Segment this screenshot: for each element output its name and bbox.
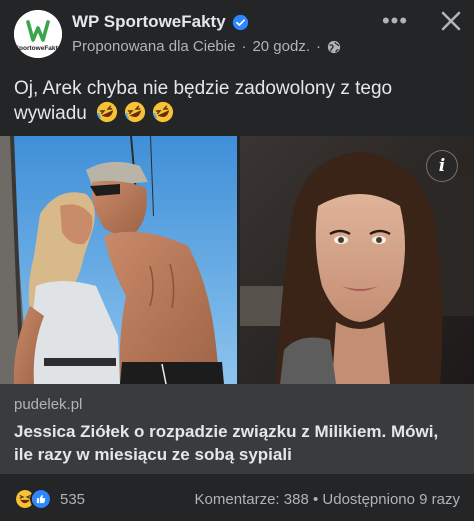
link-title[interactable]: Jessica Ziółek o rozpadzie związku z Mil…: [14, 420, 460, 466]
comments-count[interactable]: Komentarze: 388: [195, 491, 309, 508]
post-header: SportoweFakty WP SportoweFakty Proponowa…: [0, 0, 474, 70]
couple-photo-illustration: [0, 136, 237, 384]
post-message: Oj, Arek chyba nie będzie zadowolony z t…: [14, 78, 393, 124]
post-footer: 535 Komentarze: 388 • Udostępniono 9 raz…: [0, 474, 474, 521]
rolling-laughing-emoji-icon: [97, 101, 118, 123]
interview-photo[interactable]: i: [240, 136, 474, 384]
info-icon[interactable]: i: [426, 150, 458, 182]
rolling-laughing-emoji-icon: [125, 101, 146, 123]
verified-badge-icon: [232, 14, 248, 30]
post-text: Oj, Arek chyba nie będzie zadowolony z t…: [14, 76, 460, 126]
suggested-label: Proponowana dla Ciebie: [72, 38, 236, 55]
page-name[interactable]: WP SportoweFakty: [72, 12, 249, 32]
post-time[interactable]: 20 godz.: [252, 38, 310, 55]
post-media[interactable]: i: [0, 136, 474, 384]
couple-kissing-photo[interactable]: [0, 136, 237, 384]
globe-icon: [327, 40, 341, 53]
link-domain: pudelek.pl: [14, 396, 83, 413]
rolling-laughing-emoji-icon: [153, 101, 174, 123]
post-meta: Proponowana dla Ciebie · 20 godz. ·: [72, 38, 341, 55]
meta-separator-2: ·: [316, 38, 321, 55]
stats-separator: •: [312, 491, 319, 508]
facebook-post: SportoweFakty WP SportoweFakty Proponowa…: [0, 0, 474, 521]
reactions-summary[interactable]: 535: [14, 488, 85, 510]
wp-sportowefakty-logo: SportoweFakty: [14, 10, 62, 58]
logo-text: SportoweFakty: [15, 45, 62, 52]
engagement-stats: Komentarze: 388 • Udostępniono 9 razy: [195, 491, 460, 508]
like-reaction-icon: [30, 488, 52, 510]
page-avatar[interactable]: SportoweFakty: [14, 10, 62, 58]
link-preview[interactable]: pudelek.pl Jessica Ziółek o rozpadzie zw…: [0, 384, 474, 474]
page-name-text[interactable]: WP SportoweFakty: [72, 12, 226, 32]
more-options-icon[interactable]: •••: [380, 10, 410, 32]
meta-separator: ·: [241, 38, 247, 55]
emoji-group: [96, 101, 174, 123]
reaction-count[interactable]: 535: [60, 491, 85, 508]
shares-count[interactable]: Udostępniono 9 razy: [322, 491, 460, 508]
close-icon[interactable]: [436, 6, 466, 36]
